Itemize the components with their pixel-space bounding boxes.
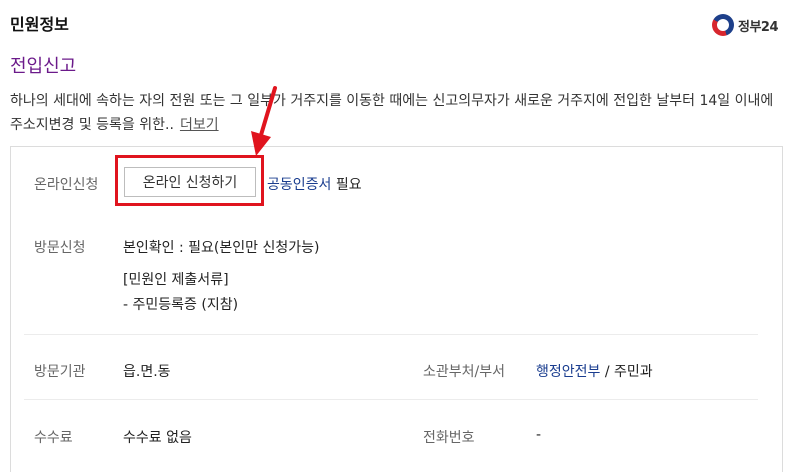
logo-text: 정부24 (738, 19, 779, 35)
gov24-logo[interactable]: 정부24 (712, 14, 779, 36)
cert-link[interactable]: 공동인증서 (267, 177, 331, 193)
cert-requirement: 공동인증서 필요 (267, 174, 362, 194)
phone-value: - (536, 427, 542, 443)
dept-label: 소관부처/부서 (423, 364, 505, 380)
visit-docs-item: - 주민등록증 (지참) (123, 297, 239, 313)
visit-identity: 본인확인 : 필요(본인만 신청가능) (123, 240, 320, 256)
taegeuk-icon (712, 14, 734, 36)
agency-label: 방문기관 (34, 364, 86, 380)
fee-label: 수수료 (34, 430, 73, 446)
service-description: 하나의 세대에 속하는 자의 전원 또는 그 일부가 거주지를 이동한 때에는 … (10, 89, 782, 137)
visit-docs-header: [민원인 제출서류] (123, 272, 229, 288)
more-link[interactable]: 더보기 (180, 117, 219, 133)
dept-ministry-link[interactable]: 행정안전부 (536, 364, 600, 380)
page-title: 민원정보 (10, 15, 69, 34)
dept-value: 행정안전부 / 주민과 (536, 361, 653, 381)
service-title: 전입신고 (10, 56, 77, 77)
phone-label: 전화번호 (423, 430, 475, 446)
fee-value: 수수료 없음 (123, 430, 192, 446)
highlight-box (115, 155, 264, 206)
dept-divider: / (604, 364, 610, 380)
description-text: 하나의 세대에 속하는 자의 전원 또는 그 일부가 거주지를 이동한 때에는 … (10, 93, 774, 133)
visit-label: 방문신청 (34, 240, 86, 256)
online-label: 온라인신청 (34, 177, 99, 193)
row-divider (24, 399, 758, 400)
cert-suffix: 필요 (335, 177, 362, 193)
dept-division: 주민과 (614, 364, 653, 380)
agency-value: 읍.면.동 (123, 364, 171, 380)
row-divider (24, 334, 758, 335)
